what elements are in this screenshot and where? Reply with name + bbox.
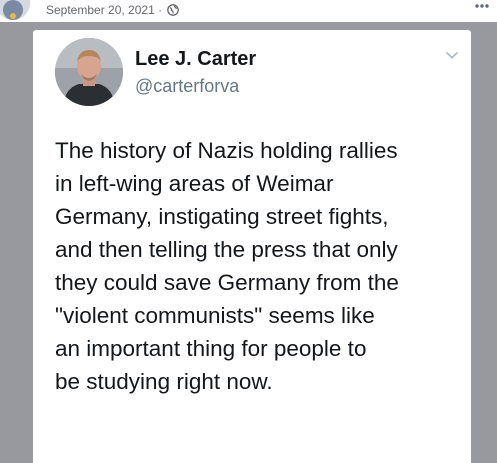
avatar-image [0, 0, 30, 20]
tweet-avatar [55, 38, 123, 106]
page-avatar[interactable] [0, 0, 30, 20]
post-date: September 20, 2021 · [46, 3, 163, 17]
tweet-line: in left-wing areas of Weimar [55, 171, 334, 196]
tweet-author-handle: @carterforva [135, 76, 240, 96]
tweet-line: and then telling the press that only [55, 237, 398, 262]
post-header: September 20, 2021 · [0, 0, 497, 22]
more-options-icon[interactable] [475, 0, 489, 14]
post-timestamp[interactable]: September 20, 2021 · [46, 3, 180, 17]
tweet-author-name: Lee J. Carter [135, 48, 257, 70]
tweet-line: an important thing for people to [55, 336, 367, 361]
tweet-line: they could save Germany from the [55, 270, 399, 295]
tweet-line: Germany, instigating street fights, [55, 204, 389, 229]
tweet-line: The history of Nazis holding rallies [55, 138, 398, 163]
profile-photo [55, 38, 123, 106]
tweet-card: Lee J. Carter @carterforva The history o… [33, 30, 471, 463]
tweet-line: be studying right now. [55, 369, 273, 394]
chevron-down-icon [445, 51, 459, 59]
tweet-body: The history of Nazis holding rallies in … [55, 134, 465, 398]
facebook-post: September 20, 2021 · Lee J. Carter @cart… [0, 0, 497, 463]
tweet-line: "violent communists" seems like [55, 303, 375, 328]
globe-icon [167, 4, 180, 16]
tweet-screenshot[interactable]: Lee J. Carter @carterforva The history o… [0, 22, 497, 463]
